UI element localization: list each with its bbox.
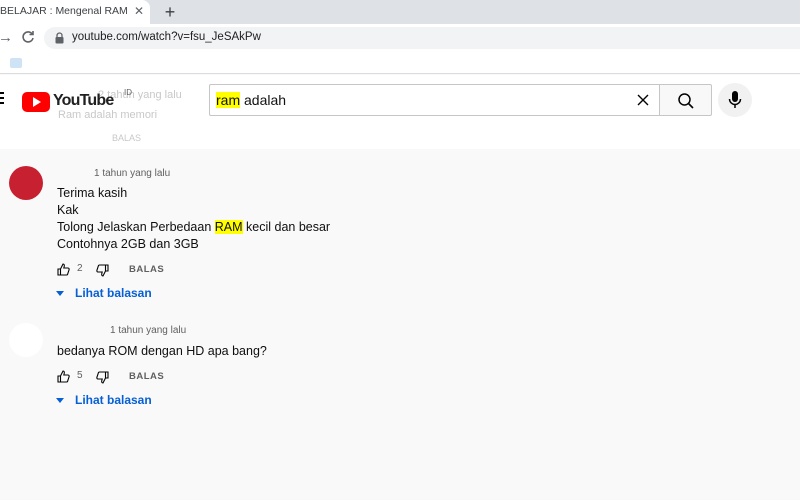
comment-text-line: Tolong Jelaskan Perbedaan RAM kecil dan … — [57, 220, 330, 234]
clear-search-icon[interactable] — [634, 91, 652, 109]
browser-tab[interactable]: BELAJAR : Mengenal RAM dan R ✕ — [0, 0, 150, 24]
search-rest: adalah — [240, 92, 287, 108]
ghost-reply: BALAS — [112, 133, 142, 143]
logo-text: YouTube — [53, 92, 114, 109]
comment-text-line: Kak — [57, 203, 79, 217]
comment-actions: 5 BALAS — [57, 370, 257, 384]
search-icon — [678, 93, 694, 109]
view-replies-label: Lihat balasan — [75, 393, 152, 407]
search-input[interactable]: ram adalah — [209, 84, 659, 116]
youtube-play-icon — [22, 92, 50, 112]
voice-search-button[interactable] — [718, 83, 752, 117]
view-replies-button[interactable]: Lihat balasan — [56, 286, 176, 302]
reply-button[interactable]: BALAS — [129, 371, 164, 382]
comment-text-line: Contohnya 2GB dan 3GB — [57, 237, 199, 251]
reload-icon[interactable] — [20, 29, 36, 45]
new-tab-plus-icon[interactable]: + — [160, 2, 180, 22]
search-query: ram adalah — [216, 92, 286, 108]
country-code: ID — [124, 88, 132, 97]
caret-down-icon — [56, 398, 64, 403]
tab-title: BELAJAR : Mengenal RAM dan R — [0, 5, 128, 17]
forward-arrow-icon[interactable]: → — [0, 29, 13, 46]
comment-time[interactable]: 1 tahun yang lalu — [110, 325, 186, 336]
bookmarks-bar — [0, 52, 800, 74]
lock-icon — [55, 32, 64, 44]
address-bar[interactable]: youtube.com/watch?v=fsu_JeSAkPw — [44, 27, 800, 49]
comment-highlight: RAM — [214, 220, 243, 234]
browser-tab-bar: BELAJAR : Mengenal RAM dan R ✕ + — [0, 0, 800, 24]
comment-text-line: bedanya ROM dengan HD apa bang? — [57, 344, 267, 358]
thumbs-up-icon[interactable] — [57, 370, 70, 383]
search-highlight: ram — [216, 92, 241, 108]
browser-toolbar: → youtube.com/watch?v=fsu_JeSAkPw — [0, 24, 800, 52]
url-text: youtube.com/watch?v=fsu_JeSAkPw — [72, 31, 261, 43]
view-replies-label: Lihat balasan — [75, 286, 152, 300]
comment-text-pre: Tolong Jelaskan Perbedaan — [57, 220, 215, 234]
bookmark-icon[interactable] — [10, 58, 22, 68]
view-replies-button[interactable]: Lihat balasan — [56, 393, 176, 409]
comment-text-post: kecil dan besar — [242, 220, 331, 234]
ghost-comment: Ram adalah memori — [58, 109, 158, 121]
avatar[interactable] — [9, 166, 43, 200]
close-icon[interactable]: ✕ — [132, 4, 146, 18]
youtube-header: 2 tahun yang lalu Ram adalah memori BALA… — [0, 75, 800, 149]
comment-time[interactable]: 1 tahun yang lalu — [94, 168, 170, 179]
comment-text-line: Terima kasih — [57, 186, 128, 200]
avatar[interactable] — [9, 323, 43, 357]
microphone-icon — [728, 91, 742, 108]
comment-actions: 2 BALAS — [57, 263, 257, 277]
like-count: 5 — [77, 370, 83, 381]
thumbs-down-icon[interactable] — [96, 371, 109, 384]
menu-icon[interactable] — [0, 92, 4, 107]
like-count: 2 — [77, 263, 83, 274]
thumbs-down-icon[interactable] — [96, 264, 109, 277]
caret-down-icon — [56, 291, 64, 296]
reply-button[interactable]: BALAS — [129, 264, 164, 275]
thumbs-up-icon[interactable] — [57, 263, 70, 276]
search-button[interactable] — [659, 84, 712, 116]
